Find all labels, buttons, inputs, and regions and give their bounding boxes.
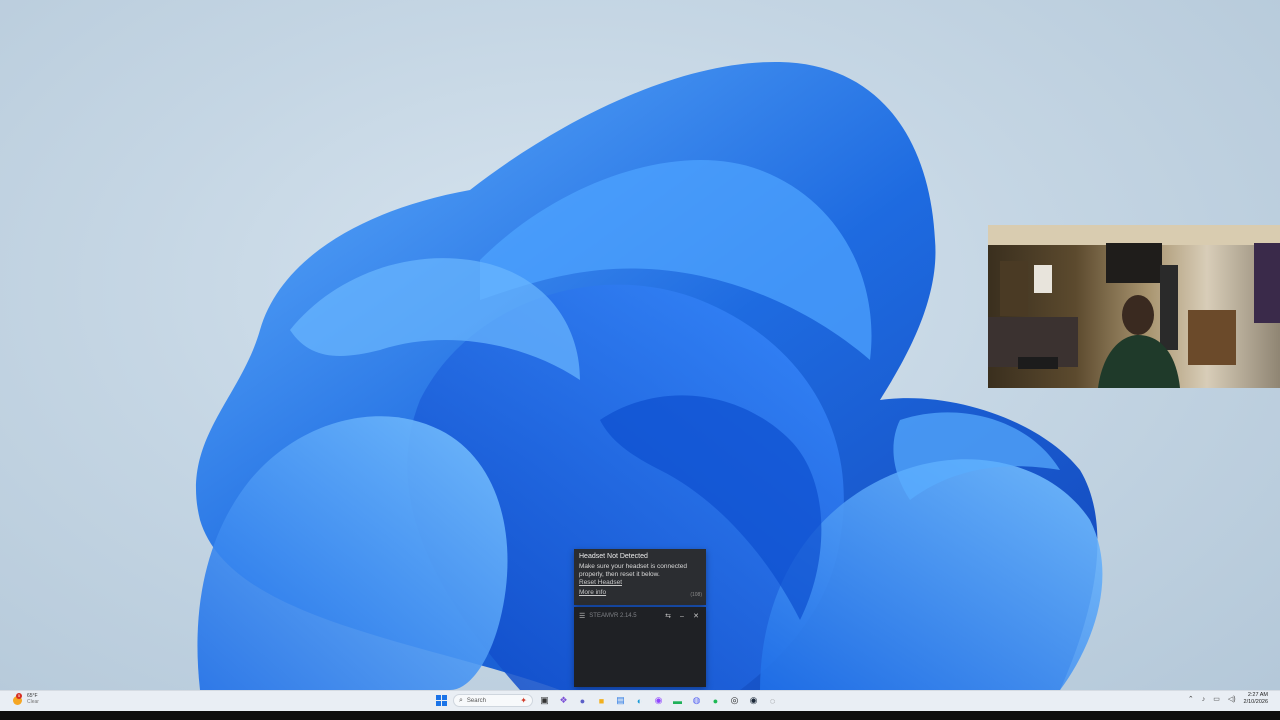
headset-not-detected-popup: Headset Not Detected Make sure your head…	[574, 549, 706, 605]
spotify-icon[interactable]: ●	[708, 693, 723, 708]
more-info-link[interactable]: More info	[579, 589, 701, 597]
webcam-scene	[988, 225, 1280, 388]
date-text: 2/10/2026	[1243, 699, 1268, 705]
desktop: Headset Not Detected Make sure your head…	[0, 0, 1280, 690]
time-text: 2:27 AM	[1247, 692, 1268, 698]
notification-badge: 5	[16, 692, 22, 699]
taskbar-search[interactable]: ⌕ Search ✦	[453, 694, 533, 707]
weather-condition: Clear	[27, 699, 39, 705]
chevron-up-icon[interactable]: ⌃	[1188, 695, 1194, 703]
twitch-icon[interactable]: ◉	[651, 693, 666, 708]
copilot-icon[interactable]: ❖	[556, 693, 571, 708]
minimize-button[interactable]: –	[677, 613, 687, 620]
microphone-icon[interactable]: ♪	[1202, 696, 1206, 703]
menu-icon[interactable]: ☰	[579, 612, 585, 620]
steamvr-window: ☰ STEAMVR 2.14.5 ⇆ – ✕	[574, 607, 706, 687]
teams-icon[interactable]: ●	[575, 693, 590, 708]
weather-widget[interactable]: 5 65°F Clear	[12, 692, 39, 705]
bottom-strip	[0, 711, 1280, 720]
file-explorer-icon[interactable]: ■	[594, 693, 609, 708]
taskbar-center: ⌕ Search ✦ ▣ ❖ ● ■ ▤ ◐ ◉ ▬ ◍ ● ◎ ◉ ◌	[434, 691, 780, 710]
discord-icon[interactable]: ◍	[689, 693, 704, 708]
task-view-icon[interactable]: ▣	[537, 693, 552, 708]
chat-icon[interactable]: ▬	[670, 693, 685, 708]
error-code: (108)	[690, 592, 702, 598]
display-icon[interactable]: ▭	[1213, 695, 1220, 703]
volume-icon[interactable]: ◁)	[1228, 695, 1236, 703]
steamvr-titlebar: ☰ STEAMVR 2.14.5 ⇆ – ✕	[574, 607, 706, 625]
close-button[interactable]: ✕	[691, 612, 701, 620]
start-button[interactable]	[434, 693, 449, 708]
popup-message: Make sure your headset is connected prop…	[579, 563, 688, 578]
store-icon[interactable]: ▤	[613, 693, 628, 708]
weather-icon: 5	[12, 692, 23, 705]
steam-icon[interactable]: ◉	[746, 693, 761, 708]
search-placeholder: Search	[466, 697, 486, 704]
webcam-overlay	[988, 225, 1280, 388]
search-highlight-icon: ✦	[520, 696, 527, 705]
pin-icon[interactable]: ⇆	[663, 612, 673, 620]
clock[interactable]: 2:27 AM 2/10/2026	[1244, 692, 1268, 706]
reset-headset-link[interactable]: Reset Headset	[579, 579, 701, 587]
edge-icon[interactable]: ◐	[632, 693, 647, 708]
windows-icon	[436, 695, 447, 706]
steamvr-icon[interactable]: ◌	[765, 693, 780, 708]
system-tray: ⌃ ♪ ▭ ◁) 2:27 AM 2/10/2026	[1188, 692, 1268, 706]
steamvr-title: STEAMVR 2.14.5	[589, 613, 637, 619]
obs-icon[interactable]: ◎	[727, 693, 742, 708]
search-icon: ⌕	[459, 696, 463, 704]
popup-title: Headset Not Detected	[579, 553, 648, 560]
